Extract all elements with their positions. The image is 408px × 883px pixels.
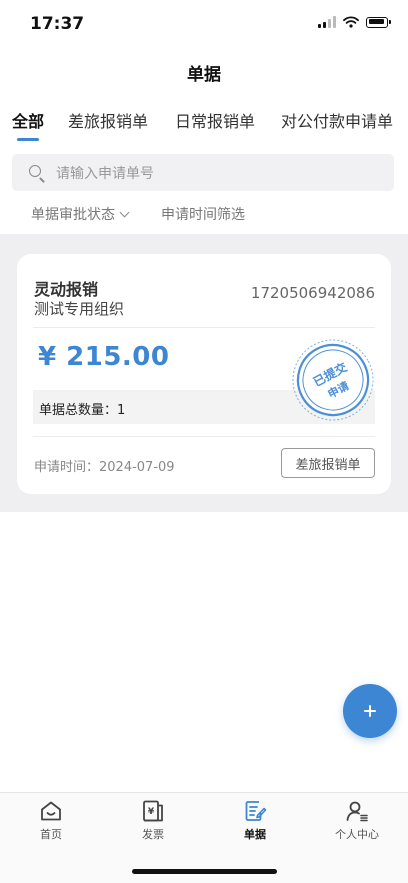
cellular-signal-icon [318, 16, 336, 28]
status-time: 17:37 [30, 14, 85, 34]
apply-time-filter[interactable]: 申请时间筛选 [161, 204, 245, 224]
tab-corporate-payment[interactable]: 对公付款申请单 [281, 108, 393, 132]
tab-travel-reimbursement[interactable]: 差旅报销单 [68, 108, 148, 132]
add-document-button[interactable] [343, 684, 397, 738]
invoice-icon: ¥ [143, 800, 163, 822]
card-divider [33, 327, 375, 328]
tabbar-label-invoice: 发票 [142, 828, 164, 841]
submitted-stamp-icon: 已提交 申请 [292, 339, 374, 421]
chevron-down-icon [119, 207, 130, 217]
home-icon [41, 801, 61, 821]
apply-time-filter-label: 申请时间筛选 [161, 207, 245, 223]
filter-bar: 单据审批状态 申请时间筛选 [0, 200, 408, 226]
tabbar-item-profile[interactable]: 个人中心 [317, 799, 397, 851]
document-number: 1720506942086 [250, 284, 375, 302]
apply-time: 申请时间：2024-07-09 [34, 460, 175, 475]
document-title: 灵动报销 [34, 280, 99, 299]
status-icons [318, 16, 391, 28]
tab-all[interactable]: 全部 [12, 108, 44, 132]
page-title: 单据 [187, 65, 221, 85]
tab-daily-reimbursement[interactable]: 日常报销单 [175, 108, 255, 132]
active-tab-indicator [17, 138, 39, 141]
document-amount: ¥ 215.00 [38, 342, 170, 372]
tabbar-label-profile: 个人中心 [335, 828, 379, 841]
document-type-button[interactable]: 差旅报销单 [281, 448, 375, 478]
document-organization: 测试专用组织 [34, 300, 125, 318]
wifi-icon [343, 16, 359, 28]
tabbar-label-documents: 单据 [244, 828, 266, 841]
tabbar-item-invoice[interactable]: ¥ 发票 [113, 799, 193, 851]
search-bar [12, 154, 394, 193]
approval-status-filter-label: 单据审批状态 [31, 207, 115, 223]
document-type-tabs: 全部 差旅报销单 日常报销单 对公付款申请单 [0, 108, 408, 144]
home-indicator [132, 869, 277, 874]
status-bar: 17:37 [0, 0, 408, 50]
document-list: 灵动报销 测试专用组织 1720506942086 ¥ 215.00 单据总数量… [0, 234, 408, 512]
document-edit-icon [245, 801, 267, 821]
tabbar-label-home: 首页 [40, 828, 62, 841]
card-divider [33, 436, 375, 437]
search-icon [29, 165, 41, 177]
profile-icon [346, 801, 368, 822]
svg-text:¥: ¥ [148, 807, 155, 817]
document-count: 单据总数量：1 [39, 403, 126, 418]
tabbar-item-home[interactable]: 首页 [11, 799, 91, 851]
search-input[interactable] [54, 154, 378, 193]
tabbar-item-documents[interactable]: 单据 [215, 799, 295, 851]
battery-icon [366, 16, 391, 28]
document-card[interactable]: 灵动报销 测试专用组织 1720506942086 ¥ 215.00 单据总数量… [17, 254, 391, 494]
approval-status-filter[interactable]: 单据审批状态 [31, 204, 130, 224]
